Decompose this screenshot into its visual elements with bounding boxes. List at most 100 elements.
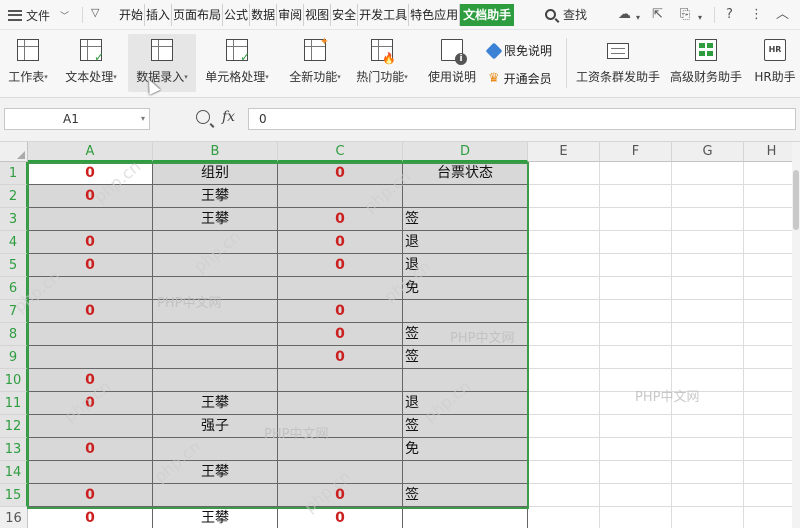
cell-e6[interactable] <box>528 277 600 300</box>
row-header[interactable]: 9 <box>0 346 28 369</box>
row-header[interactable]: 11 <box>0 392 28 415</box>
cell-b8[interactable] <box>153 323 278 346</box>
help-icon[interactable]: ? <box>726 6 733 24</box>
cell-g11[interactable] <box>672 392 744 415</box>
cell-f6[interactable] <box>600 277 672 300</box>
popular-features-button[interactable]: 🔥 热门功能▾ <box>352 34 412 92</box>
cell-c15[interactable]: 0 <box>278 484 403 507</box>
cell-a6[interactable] <box>28 277 153 300</box>
cell-b3[interactable]: 王攀 <box>153 208 278 231</box>
cell-e1[interactable] <box>528 162 600 185</box>
cell-e7[interactable] <box>528 300 600 323</box>
cell-g2[interactable] <box>672 185 744 208</box>
cell-g12[interactable] <box>672 415 744 438</box>
cell-a2[interactable]: 0 <box>28 185 153 208</box>
payslip-mailer-button[interactable]: 工资条群发助手 <box>572 34 664 92</box>
cell-a5[interactable]: 0 <box>28 254 153 277</box>
zoom-icon[interactable] <box>196 110 210 124</box>
new-features-button[interactable]: ✦ 全新功能▾ <box>284 34 346 92</box>
cell-d3[interactable]: 签 <box>403 208 528 231</box>
select-all-corner[interactable] <box>0 142 28 162</box>
cell-b13[interactable] <box>153 438 278 461</box>
row-header[interactable]: 10 <box>0 369 28 392</box>
cell-b4[interactable] <box>153 231 278 254</box>
membership-button[interactable]: ♛ 开通会员 <box>488 70 552 87</box>
tab-home[interactable]: 开始 <box>118 4 146 26</box>
column-header-d[interactable]: D <box>403 142 528 162</box>
cell-b9[interactable] <box>153 346 278 369</box>
cell-c13[interactable] <box>278 438 403 461</box>
cell-b6[interactable] <box>153 277 278 300</box>
row-header[interactable]: 5 <box>0 254 28 277</box>
cell-c10[interactable] <box>278 369 403 392</box>
cell-c16[interactable]: 0 <box>278 507 403 528</box>
cell-c14[interactable] <box>278 461 403 484</box>
cell-a9[interactable] <box>28 346 153 369</box>
cell-f16[interactable] <box>600 507 672 528</box>
tab-developer[interactable]: 开发工具 <box>358 4 410 26</box>
cell-b10[interactable] <box>153 369 278 392</box>
cell-f13[interactable] <box>600 438 672 461</box>
data-entry-button[interactable]: 数据录入▾ <box>128 34 196 92</box>
row-header[interactable]: 14 <box>0 461 28 484</box>
worksheet-button[interactable]: 工作表▾ <box>2 34 54 92</box>
chevron-down-icon[interactable]: ▾ <box>636 9 640 27</box>
cell-g6[interactable] <box>672 277 744 300</box>
cell-c2[interactable] <box>278 185 403 208</box>
cell-a11[interactable]: 0 <box>28 392 153 415</box>
tab-doc-assistant[interactable]: 文档助手 <box>460 4 515 26</box>
cell-e16[interactable] <box>528 507 600 528</box>
cell-g4[interactable] <box>672 231 744 254</box>
cell-c3[interactable]: 0 <box>278 208 403 231</box>
cell-g3[interactable] <box>672 208 744 231</box>
cell-g7[interactable] <box>672 300 744 323</box>
more-options-icon[interactable]: ⋮ <box>750 6 763 24</box>
row-header[interactable]: 13 <box>0 438 28 461</box>
cell-a10[interactable]: 0 <box>28 369 153 392</box>
cell-a14[interactable] <box>28 461 153 484</box>
cell-b14[interactable]: 王攀 <box>153 461 278 484</box>
cell-e8[interactable] <box>528 323 600 346</box>
cell-e12[interactable] <box>528 415 600 438</box>
cell-f3[interactable] <box>600 208 672 231</box>
cell-f10[interactable] <box>600 369 672 392</box>
tab-view[interactable]: 视图 <box>304 4 332 26</box>
name-box[interactable]: A1 ▾ <box>4 108 150 130</box>
cell-a7[interactable]: 0 <box>28 300 153 323</box>
cell-g5[interactable] <box>672 254 744 277</box>
column-header-c[interactable]: C <box>278 142 403 162</box>
cell-d7[interactable] <box>403 300 528 323</box>
cell-f7[interactable] <box>600 300 672 323</box>
search-button[interactable]: 查找 <box>545 6 587 23</box>
cell-d8[interactable]: 签 <box>403 323 528 346</box>
row-header[interactable]: 4 <box>0 231 28 254</box>
cell-c8[interactable]: 0 <box>278 323 403 346</box>
row-header[interactable]: 6 <box>0 277 28 300</box>
cell-g15[interactable] <box>672 484 744 507</box>
cell-b5[interactable] <box>153 254 278 277</box>
cell-f5[interactable] <box>600 254 672 277</box>
finance-assistant-button[interactable]: 高级财务助手 <box>666 34 746 92</box>
cell-g16[interactable] <box>672 507 744 528</box>
cell-d11[interactable]: 退 <box>403 392 528 415</box>
cell-e13[interactable] <box>528 438 600 461</box>
cell-e10[interactable] <box>528 369 600 392</box>
text-processing-button[interactable]: ✓ 文本处理▾ <box>58 34 124 92</box>
cell-a8[interactable] <box>28 323 153 346</box>
tab-security[interactable]: 安全 <box>331 4 359 26</box>
cell-g14[interactable] <box>672 461 744 484</box>
cell-f14[interactable] <box>600 461 672 484</box>
tab-review[interactable]: 审阅 <box>277 4 305 26</box>
cell-d9[interactable]: 签 <box>403 346 528 369</box>
cell-e11[interactable] <box>528 392 600 415</box>
row-header[interactable]: 1 <box>0 162 28 185</box>
cell-f15[interactable] <box>600 484 672 507</box>
cell-e4[interactable] <box>528 231 600 254</box>
cell-c9[interactable]: 0 <box>278 346 403 369</box>
vertical-scrollbar[interactable] <box>792 142 800 528</box>
cell-a4[interactable]: 0 <box>28 231 153 254</box>
cell-f11[interactable] <box>600 392 672 415</box>
cell-f12[interactable] <box>600 415 672 438</box>
cell-e14[interactable] <box>528 461 600 484</box>
cell-c11[interactable] <box>278 392 403 415</box>
